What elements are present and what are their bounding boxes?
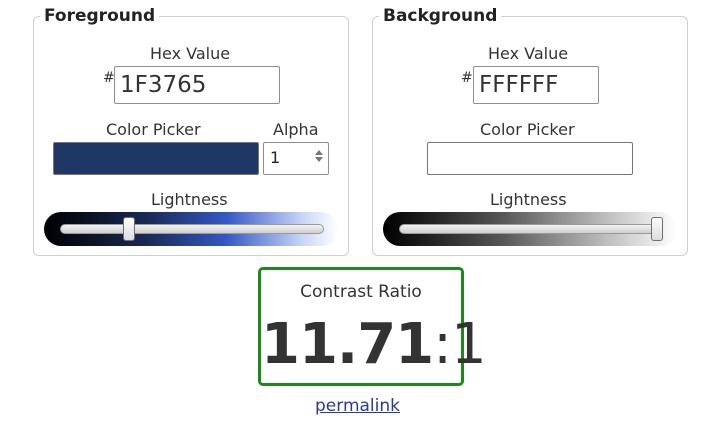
alpha-spinner-icon[interactable] [313, 148, 325, 168]
permalink-link[interactable]: permalink [0, 396, 715, 416]
contrast-ratio-value: 11.71:1 [261, 310, 487, 380]
ratio-suffix: 1 [451, 312, 487, 377]
fg-lightness-thumb[interactable] [122, 217, 135, 241]
fg-alpha-value: 1 [270, 148, 281, 167]
bg-color-picker-label: Color Picker [480, 120, 575, 139]
fg-color-picker[interactable] [53, 142, 259, 175]
bg-color-picker[interactable] [427, 142, 633, 175]
contrast-ratio-label: Contrast Ratio [300, 282, 422, 302]
background-legend: Background [383, 6, 498, 26]
fg-alpha-label: Alpha [273, 120, 319, 139]
bg-lightness-track[interactable] [399, 224, 663, 234]
spin-up-icon[interactable] [315, 150, 323, 155]
contrast-ratio-box: Contrast Ratio 11.71:1 [258, 267, 487, 386]
bg-lightness-thumb[interactable] [651, 217, 663, 241]
bg-hex-label: Hex Value [488, 44, 569, 63]
bg-hex-input[interactable] [473, 66, 599, 104]
fg-color-picker-label: Color Picker [106, 120, 201, 139]
fg-hex-input[interactable] [114, 66, 280, 104]
fg-hash: # [103, 70, 115, 86]
bg-hash: # [461, 70, 473, 86]
fg-lightness-track[interactable] [60, 224, 324, 234]
spin-down-icon[interactable] [315, 157, 323, 162]
foreground-legend: Foreground [44, 6, 156, 26]
fg-alpha-input[interactable]: 1 [263, 142, 329, 175]
ratio-number: 11.71 [261, 312, 434, 377]
fg-lightness-label: Lightness [151, 190, 228, 209]
fg-hex-label: Hex Value [150, 44, 231, 63]
bg-lightness-label: Lightness [490, 190, 567, 209]
ratio-separator: : [433, 312, 452, 377]
